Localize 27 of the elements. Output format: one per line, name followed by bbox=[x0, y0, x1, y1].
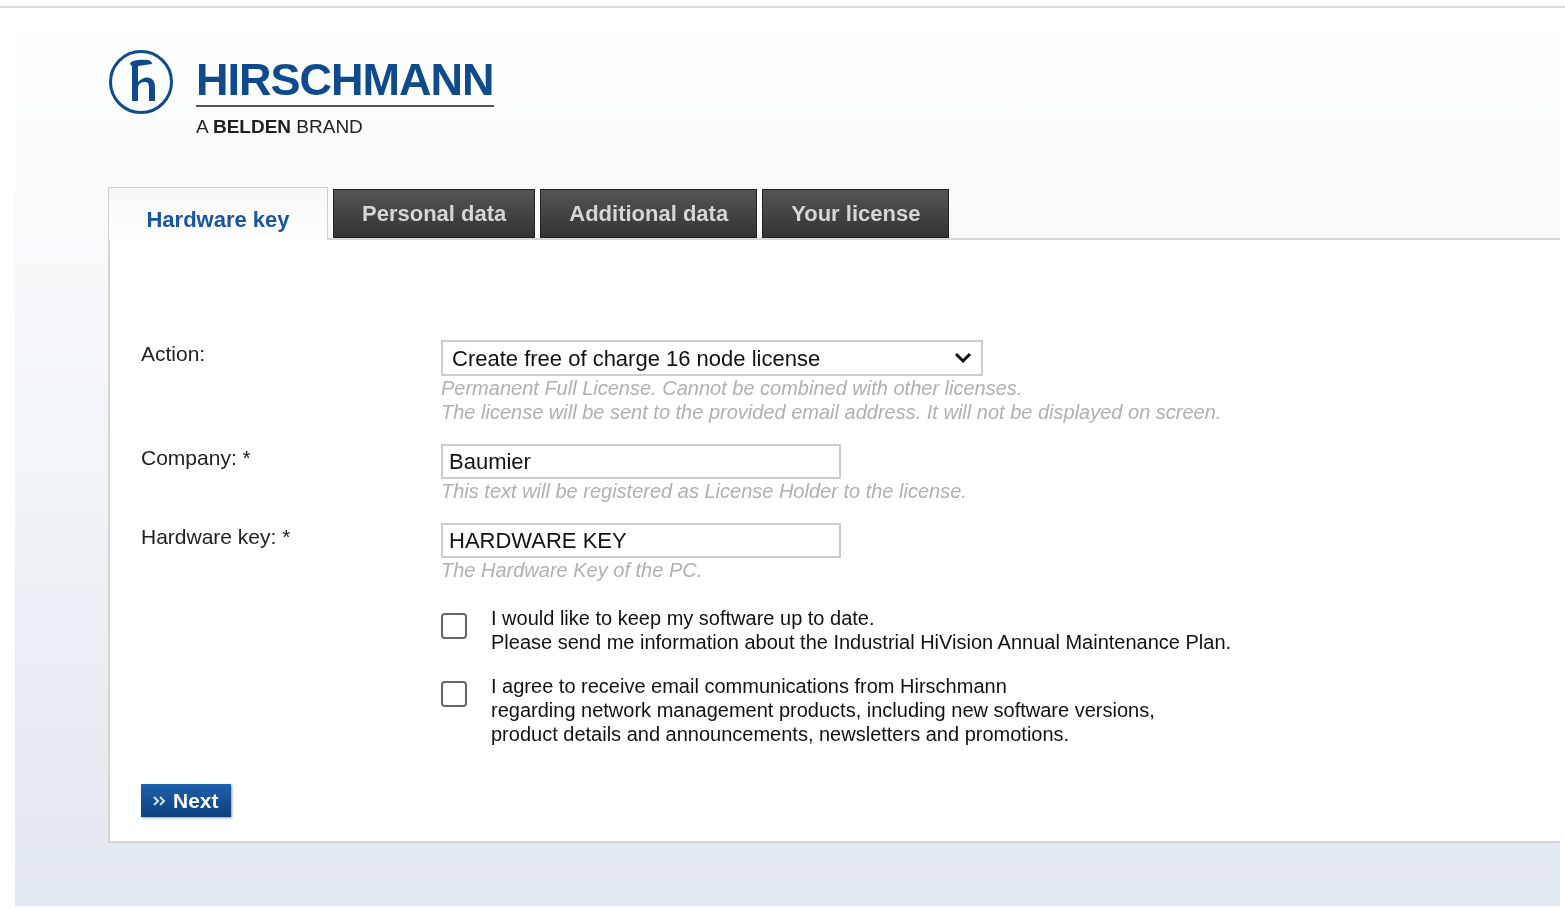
hint-text: The Hardware Key of the PC. bbox=[441, 558, 704, 582]
double-chevron-icon bbox=[153, 794, 167, 807]
field-label: Hardware key: * bbox=[141, 524, 292, 550]
checkbox-label: I agree to receive email communications from Hirschmann bbox=[491, 674, 1008, 698]
checkbox[interactable] bbox=[441, 613, 467, 639]
tab[interactable]: Personal data bbox=[333, 189, 536, 238]
text-field[interactable]: HARDWARE KEY bbox=[441, 523, 841, 558]
checkbox-label: regarding network management products, including new software versions, bbox=[491, 698, 1155, 722]
hint-text: Permanent Full License. Cannot be combined with other licenses. bbox=[441, 376, 1024, 400]
checkbox-label: product details and announcements, newsletters and promotions. bbox=[491, 722, 1071, 746]
text-field[interactable]: Baumier bbox=[441, 444, 841, 479]
brand-name: HIRSCHMANN bbox=[196, 58, 494, 107]
hint-text: This text will be registered as License Holder to the license. bbox=[441, 479, 967, 503]
brand-tagline: A BELDEN BRAND bbox=[196, 115, 364, 139]
chevron-down-icon bbox=[954, 352, 972, 364]
tab[interactable]: Hardware key bbox=[108, 187, 328, 240]
field-label: Action: bbox=[141, 341, 207, 367]
field-label: Company: * bbox=[141, 445, 252, 471]
next-button[interactable]: Next bbox=[141, 784, 231, 817]
action-select[interactable]: Create free of charge 16 node license bbox=[441, 340, 983, 376]
checkbox-label: I would like to keep my software up to date. bbox=[491, 606, 876, 630]
hint-text: The license will be sent to the provided email address. It will not be displayed on screen. bbox=[441, 400, 1222, 424]
tab[interactable]: Your license bbox=[762, 189, 950, 238]
checkbox[interactable] bbox=[441, 681, 467, 707]
checkbox-label: Please send me information about the Industrial HiVision Annual Maintenance Plan. bbox=[491, 630, 1232, 654]
tab[interactable]: Additional data bbox=[540, 189, 758, 238]
logo-icon bbox=[108, 49, 174, 115]
